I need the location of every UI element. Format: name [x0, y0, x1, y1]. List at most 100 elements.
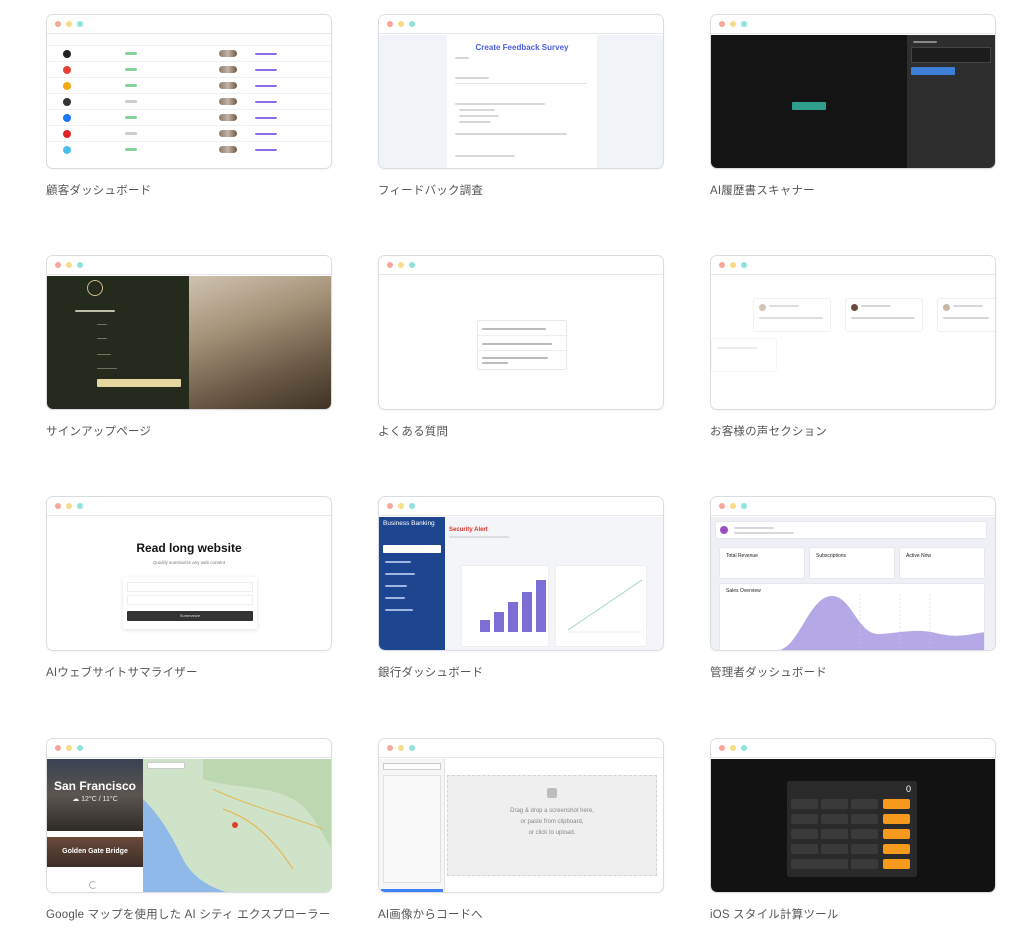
- preview-frame[interactable]: Business Banking Security Alert: [378, 496, 664, 651]
- card-caption: AI画像からコードへ: [378, 909, 483, 921]
- card-signup-page[interactable]: サインアップページ: [46, 255, 332, 439]
- city-name: San Francisco: [53, 779, 137, 793]
- window-chrome: [47, 256, 331, 275]
- maximize-dot-icon: [409, 21, 415, 27]
- close-dot-icon: [387, 262, 393, 268]
- minimize-dot-icon: [66, 745, 72, 751]
- minimize-dot-icon: [66, 262, 72, 268]
- card-faq[interactable]: よくある質問: [378, 255, 664, 439]
- preview-frame[interactable]: Create Feedback Survey: [378, 14, 664, 169]
- window-chrome: [711, 497, 995, 516]
- map-icon: [143, 759, 331, 892]
- card-caption: AIウェブサイトサマライザー: [46, 667, 198, 679]
- preview-content: [47, 276, 331, 409]
- maximize-dot-icon: [77, 21, 83, 27]
- card-caption: 管理者ダッシュボード: [710, 667, 827, 679]
- minimize-dot-icon: [730, 21, 736, 27]
- card-bank-dashboard[interactable]: Business Banking Security Alert 銀行ダッシュボー…: [378, 496, 664, 680]
- card-feedback-survey[interactable]: Create Feedback Survey フィードバック調査: [378, 14, 664, 198]
- preview-content: Drag & drop a screenshot here, or paste …: [379, 759, 663, 892]
- maximize-dot-icon: [409, 503, 415, 509]
- close-dot-icon: [719, 503, 725, 509]
- close-dot-icon: [55, 503, 61, 509]
- close-dot-icon: [55, 745, 61, 751]
- maximize-dot-icon: [77, 503, 83, 509]
- card-caption: サインアップページ: [46, 426, 152, 438]
- minimize-dot-icon: [398, 262, 404, 268]
- maximize-dot-icon: [741, 745, 747, 751]
- card-caption: お客様の声セクション: [710, 426, 827, 438]
- window-chrome: [47, 15, 331, 34]
- drop-text-3: or click to upload.: [528, 830, 576, 836]
- preview-frame[interactable]: [378, 255, 664, 410]
- minimize-dot-icon: [398, 503, 404, 509]
- preview-content: Create Feedback Survey: [379, 35, 663, 168]
- close-dot-icon: [719, 745, 725, 751]
- preview-subtitle: Quickly summarize any web content: [152, 560, 226, 565]
- security-alert: Security Alert: [449, 527, 488, 533]
- landmark-name: Golden Gate Bridge: [62, 848, 128, 855]
- card-ai-image-to-code[interactable]: Drag & drop a screenshot here, or paste …: [378, 738, 664, 922]
- preview-content: [711, 35, 995, 168]
- card-caption: 顧客ダッシュボード: [46, 185, 152, 197]
- minimize-dot-icon: [730, 745, 736, 751]
- maximize-dot-icon: [409, 745, 415, 751]
- image-icon: [547, 788, 557, 798]
- preview-content: [379, 276, 663, 409]
- preview-content: [47, 35, 331, 168]
- card-caption: フィードバック調査: [378, 185, 484, 197]
- card-ai-website-summarizer[interactable]: Read long website Quickly summarize any …: [46, 496, 332, 680]
- preview-frame[interactable]: [46, 255, 332, 410]
- preview-title: Read long website: [136, 541, 242, 555]
- preview-content: [711, 276, 995, 409]
- minimize-dot-icon: [730, 262, 736, 268]
- preview-frame[interactable]: [710, 14, 996, 169]
- card-customer-dashboard[interactable]: 顧客ダッシュボード: [46, 14, 332, 198]
- maximize-dot-icon: [741, 262, 747, 268]
- card-ai-resume-scanner[interactable]: AI履歴書スキャナー: [710, 14, 996, 198]
- close-dot-icon: [55, 21, 61, 27]
- window-chrome: [379, 739, 663, 758]
- weather: ☁ 12°C / 11°C: [72, 796, 118, 803]
- window-chrome: [379, 15, 663, 34]
- close-dot-icon: [719, 21, 725, 27]
- preview-content: 0: [711, 759, 995, 892]
- preview-frame[interactable]: Read long website Quickly summarize any …: [46, 496, 332, 651]
- card-caption: よくある質問: [378, 426, 449, 438]
- loading-spinner-icon: [89, 881, 97, 889]
- card-ai-city-explorer[interactable]: San Francisco ☁ 12°C / 11°C Golden Gate …: [46, 738, 332, 922]
- preview-frame[interactable]: San Francisco ☁ 12°C / 11°C Golden Gate …: [46, 738, 332, 893]
- maximize-dot-icon: [741, 503, 747, 509]
- preview-frame[interactable]: Total Revenue Subscriptions Active Now S…: [710, 496, 996, 651]
- window-chrome: [47, 497, 331, 516]
- line-chart-icon: [567, 579, 643, 633]
- minimize-dot-icon: [66, 21, 72, 27]
- preview-content: Read long website Quickly summarize any …: [47, 517, 331, 650]
- preview-frame[interactable]: Drag & drop a screenshot here, or paste …: [378, 738, 664, 893]
- window-chrome: [711, 256, 995, 275]
- close-dot-icon: [387, 503, 393, 509]
- stat-subscriptions: Subscriptions: [816, 553, 847, 559]
- stat-active-now: Active Now: [906, 553, 932, 559]
- bank-sidebar-title: Business Banking: [383, 520, 435, 527]
- card-testimonials[interactable]: お客様の声セクション: [710, 255, 996, 439]
- window-chrome: [47, 739, 331, 758]
- card-ios-calculator[interactable]: 0 iOS スタイル計算ツール: [710, 738, 996, 922]
- preview-content: San Francisco ☁ 12°C / 11°C Golden Gate …: [47, 759, 331, 892]
- minimize-dot-icon: [66, 503, 72, 509]
- close-dot-icon: [387, 745, 393, 751]
- preview-frame[interactable]: [46, 14, 332, 169]
- area-chart-icon: [720, 594, 984, 650]
- card-caption: iOS スタイル計算ツール: [710, 909, 839, 921]
- window-chrome: [379, 497, 663, 516]
- preview-frame[interactable]: 0: [710, 738, 996, 893]
- minimize-dot-icon: [398, 21, 404, 27]
- maximize-dot-icon: [77, 262, 83, 268]
- window-chrome: [379, 256, 663, 275]
- preview-frame[interactable]: [710, 255, 996, 410]
- window-chrome: [711, 15, 995, 34]
- drop-text-2: or paste from clipboard,: [520, 819, 584, 825]
- maximize-dot-icon: [77, 745, 83, 751]
- card-admin-dashboard[interactable]: Total Revenue Subscriptions Active Now S…: [710, 496, 996, 680]
- stat-total-revenue: Total Revenue: [726, 553, 758, 559]
